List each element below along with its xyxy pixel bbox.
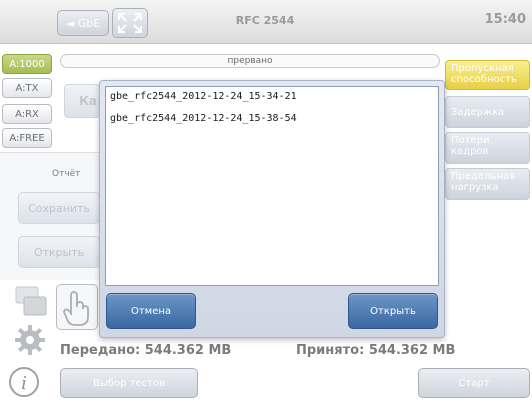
- menu-frame-loss[interactable]: Потери кадров: [445, 132, 530, 164]
- page-title: RFC 2544: [235, 14, 295, 27]
- hand-pointer-icon: [63, 291, 89, 326]
- cancel-button[interactable]: Отмена: [106, 293, 196, 329]
- open-button-label: Открыть: [370, 305, 416, 317]
- tab-partial-label: Ка: [79, 94, 97, 108]
- windows-icon[interactable]: [14, 283, 48, 319]
- port-label: A:1000: [9, 58, 45, 70]
- select-tests-button[interactable]: Выбор тестов: [60, 368, 198, 398]
- back-button[interactable]: ◄ GbE: [57, 10, 109, 36]
- open-side-button-label: Открыть: [33, 245, 85, 259]
- touch-button[interactable]: [56, 284, 98, 330]
- info-icon[interactable]: i: [8, 366, 40, 398]
- menu-latency-label: Задержка: [451, 107, 505, 118]
- open-side-button[interactable]: Открыть: [18, 236, 100, 268]
- menu-throughput-label: Пропускная способность: [451, 63, 517, 85]
- report-label: Отчёт: [52, 169, 81, 179]
- port-label: A:RX: [15, 108, 39, 120]
- port-label: A:TX: [15, 82, 39, 94]
- svg-text:i: i: [21, 373, 27, 394]
- expand-icon: [118, 13, 142, 33]
- start-button[interactable]: Старт: [418, 368, 530, 398]
- menu-throughput[interactable]: Пропускная способность: [445, 60, 530, 90]
- back-button-label: ◄ GbE: [65, 16, 101, 30]
- start-button-label: Старт: [458, 377, 490, 389]
- received-stat: Принято: 544.362 MB: [296, 343, 456, 358]
- menu-back-to-back[interactable]: Предельная нагрузка: [445, 168, 530, 200]
- clock: 15:40: [484, 12, 526, 27]
- port-a-tx[interactable]: A:TX: [2, 78, 52, 98]
- port-a-free[interactable]: A:FREE: [2, 128, 52, 148]
- port-a-rx[interactable]: A:RX: [2, 104, 52, 124]
- status-text: прервано: [227, 56, 273, 66]
- save-button[interactable]: Сохранить: [18, 192, 100, 224]
- status-bar: прервано: [60, 54, 440, 68]
- save-button-label: Сохранить: [28, 201, 90, 215]
- menu-frame-loss-label: Потери кадров: [451, 135, 490, 157]
- transmitted-stat: Передано: 544.362 MB: [60, 343, 232, 358]
- open-button[interactable]: Открыть: [348, 293, 438, 329]
- fullscreen-button[interactable]: [112, 8, 148, 38]
- menu-back-to-back-label: Предельная нагрузка: [451, 171, 516, 193]
- port-label: A:FREE: [9, 132, 45, 144]
- select-tests-label: Выбор тестов: [93, 377, 165, 389]
- cancel-button-label: Отмена: [130, 305, 172, 317]
- file-item[interactable]: gbe_rfc2544_2012-12-24_15-38-54: [110, 113, 297, 124]
- menu-latency[interactable]: Задержка: [445, 96, 530, 128]
- port-a-1000[interactable]: A:1000: [2, 54, 52, 74]
- tab-partial[interactable]: Ка: [64, 84, 100, 118]
- gear-icon[interactable]: [14, 324, 46, 356]
- file-item[interactable]: gbe_rfc2544_2012-12-24_15-34-21: [110, 91, 297, 102]
